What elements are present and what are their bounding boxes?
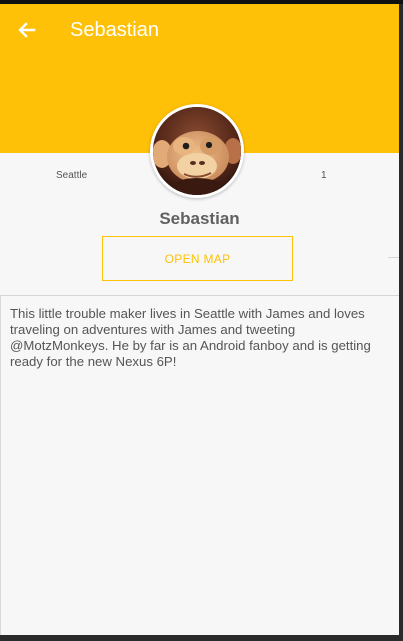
arrow-left-icon — [18, 22, 36, 38]
section-divider — [0, 295, 399, 296]
bottom-bar — [0, 635, 403, 641]
screen-edge — [399, 4, 403, 635]
back-button[interactable] — [10, 13, 44, 47]
top-toolbar: Sebastian — [0, 4, 399, 58]
divider-stub — [388, 257, 399, 258]
count-text: 1 — [321, 170, 327, 181]
avatar — [150, 104, 244, 198]
device-frame: Sebastian Seattle 1 Sebastian OPEN MAP T… — [0, 0, 403, 641]
monkey-image — [153, 107, 241, 195]
content-border — [0, 296, 1, 635]
profile-screen: Sebastian Seattle 1 Sebastian OPEN MAP T… — [0, 4, 399, 635]
open-map-button[interactable]: OPEN MAP — [102, 236, 293, 281]
profile-description: This little trouble maker lives in Seatt… — [10, 306, 371, 369]
page-title: Sebastian — [70, 19, 159, 41]
location-text: Seattle — [56, 170, 88, 181]
monkey-avatar — [153, 107, 241, 195]
profile-name: Sebastian — [159, 209, 240, 228]
